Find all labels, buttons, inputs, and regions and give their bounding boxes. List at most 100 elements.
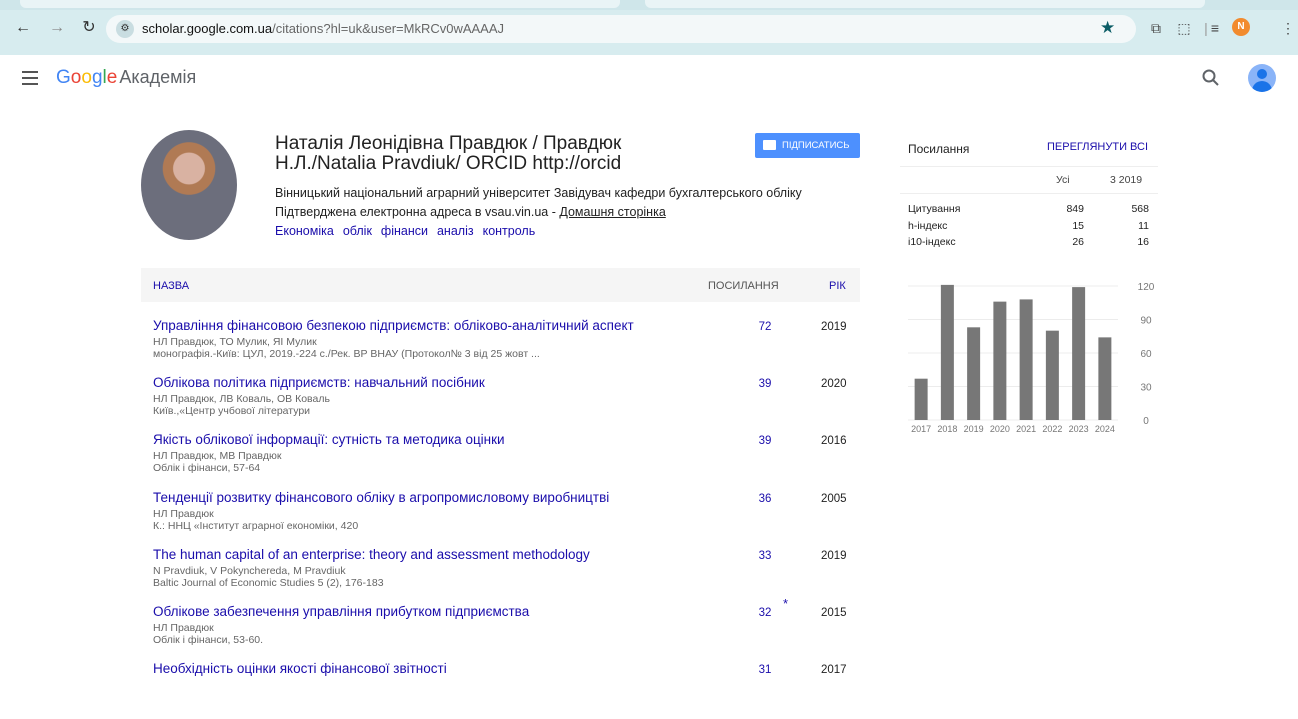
publication-source: Облік і фінанси, 53-60. — [153, 634, 264, 646]
site-info-icon[interactable]: ⚙ — [116, 20, 134, 38]
publication-title[interactable]: Облікове забезпечення управління прибутк… — [153, 604, 529, 619]
table-row: Облікова політика підприємств: навчальни… — [141, 375, 860, 433]
google-scholar-logo[interactable]: Google Академія — [56, 67, 196, 89]
publication-year: 2005 — [821, 493, 847, 505]
browser-menu-icon[interactable]: ⋮ — [1278, 18, 1298, 38]
sort-by-year[interactable]: РІК — [829, 280, 846, 292]
publication-source: Київ.,«Центр учбової літератури — [153, 405, 311, 417]
puzzle-icon[interactable]: ⬚ — [1174, 18, 1194, 38]
publication-authors: НЛ Правдюк, МВ Правдюк — [153, 450, 282, 462]
menu-icon[interactable] — [22, 71, 38, 85]
publication-year: 2019 — [821, 550, 847, 562]
stat-row: Цитування 849 568 — [900, 203, 1158, 217]
publication-title[interactable]: Якість облікової інформації: сутність та… — [153, 432, 505, 447]
citation-bar[interactable] — [1098, 337, 1112, 420]
publication-title[interactable]: The human capital of an enterprise: theo… — [153, 547, 590, 562]
citation-bar[interactable] — [993, 301, 1007, 420]
logo-letter: e — [106, 67, 118, 88]
publications-table-header: НАЗВА ПОСИЛАННЯ РІК — [141, 268, 860, 302]
interest-link[interactable]: контроль — [483, 224, 536, 238]
x-tick-label: 2021 — [1016, 424, 1036, 434]
search-icon[interactable] — [1199, 66, 1223, 90]
interest-link[interactable]: облік — [343, 224, 372, 238]
publication-title[interactable]: Тенденції розвитку фінансового обліку в … — [153, 490, 609, 505]
publication-year: 2016 — [821, 435, 847, 447]
citation-bar[interactable] — [967, 327, 981, 420]
browser-profile-avatar[interactable]: N — [1232, 18, 1250, 36]
logo-letter: o — [81, 67, 92, 88]
table-row: Тенденції розвитку фінансового обліку в … — [141, 490, 860, 548]
address-bar[interactable]: ⚙ scholar.google.com.ua/citations?hl=uk&… — [106, 15, 1136, 43]
cited-by-column[interactable]: ПОСИЛАННЯ — [708, 280, 779, 292]
view-all-link[interactable]: ПЕРЕГЛЯНУТИ ВСІ — [1047, 141, 1148, 153]
account-avatar[interactable] — [1248, 64, 1276, 92]
logo-letter: g — [91, 67, 103, 88]
url-text[interactable]: scholar.google.com.ua/citations?hl=uk&us… — [142, 21, 504, 36]
extension-icon[interactable]: ⧉ — [1146, 18, 1166, 38]
y-tick-label: 60 — [1140, 349, 1152, 360]
back-icon[interactable]: ← — [12, 17, 34, 39]
url-host: scholar.google.com.ua — [142, 21, 273, 36]
stat-label[interactable]: h-індекс — [908, 220, 947, 232]
stat-all: 849 — [1066, 203, 1084, 215]
publication-year: 2019 — [821, 321, 847, 333]
sort-by-title[interactable]: НАЗВА — [153, 280, 189, 292]
publication-authors: НЛ Правдюк — [153, 508, 214, 520]
publication-year: 2015 — [821, 607, 847, 619]
follow-button[interactable]: ПІДПИСАТИСЬ — [755, 133, 860, 158]
browser-tab[interactable] — [20, 0, 620, 8]
publication-title[interactable]: Управління фінансовою безпекою підприємс… — [153, 318, 634, 333]
citation-bar[interactable] — [914, 378, 928, 420]
citation-count[interactable]: 39 — [753, 435, 777, 447]
interest-link[interactable]: Економіка — [275, 224, 334, 238]
publication-source: Baltic Journal of Economic Studies 5 (2)… — [153, 577, 384, 589]
citation-bar[interactable] — [1045, 330, 1059, 420]
citation-count[interactable]: 31 — [753, 664, 777, 676]
interests-list: Економіка облік фінанси аналіз контроль — [275, 224, 544, 238]
url-path: /citations?hl=uk&user=MkRCv0wAAAAJ — [272, 21, 505, 36]
citations-bar-chart: 0 30 60 90 120 2017 2018 2019 2020 2021 2022 2023 20… — [908, 282, 1155, 434]
citation-count[interactable]: 32 — [753, 607, 777, 619]
table-row: Якість облікової інформації: сутність та… — [141, 432, 860, 490]
interest-link[interactable]: аналіз — [437, 224, 474, 238]
divider — [900, 193, 1158, 194]
publication-title[interactable]: Облікова політика підприємств: навчальни… — [153, 375, 485, 390]
merged-star: * — [783, 596, 789, 611]
stat-all: 26 — [1072, 236, 1084, 248]
publication-authors: НЛ Правдюк — [153, 622, 214, 634]
publication-year: 2020 — [821, 378, 847, 390]
reading-list-icon[interactable]: ≡ — [1205, 18, 1225, 38]
stat-row: h-індекс 15 11 — [900, 220, 1158, 234]
citation-bar[interactable] — [1019, 299, 1033, 420]
table-row: The human capital of an enterprise: theo… — [141, 547, 860, 605]
stat-label[interactable]: i10-індекс — [908, 236, 956, 248]
publication-title[interactable]: Необхідність оцінки якості фінансової зв… — [153, 661, 447, 676]
table-row: Управління фінансовою безпекою підприємс… — [141, 318, 860, 376]
stat-label[interactable]: Цитування — [908, 203, 960, 215]
citation-count[interactable]: 39 — [753, 378, 777, 390]
profile-photo — [141, 130, 237, 240]
x-tick-label: 2020 — [990, 424, 1010, 434]
stat-since: 568 — [1131, 203, 1149, 215]
citation-count[interactable]: 33 — [753, 550, 777, 562]
col-all-header: Усі — [1056, 174, 1070, 186]
x-tick-label: 2017 — [911, 424, 931, 434]
citation-count[interactable]: 72 — [753, 321, 777, 333]
stat-since: 11 — [1138, 220, 1149, 232]
envelope-icon — [763, 140, 776, 150]
citation-bar[interactable] — [940, 284, 954, 420]
interest-link[interactable]: фінанси — [381, 224, 428, 238]
publication-source: К.: ННЦ «Інститут аграрної економіки, 42… — [153, 520, 359, 532]
homepage-link[interactable]: Домашня сторінка — [559, 205, 665, 219]
citation-count[interactable]: 36 — [753, 493, 777, 505]
stat-all: 15 — [1072, 220, 1084, 232]
forward-icon[interactable]: → — [46, 17, 68, 39]
x-tick-label: 2018 — [937, 424, 957, 434]
y-tick-label: 120 — [1138, 282, 1155, 293]
citation-bar[interactable] — [1072, 287, 1086, 420]
profile-verified-email: Підтверджена електронна адреса в vsau.vi… — [275, 205, 666, 219]
browser-tab[interactable] — [645, 0, 1205, 8]
reload-icon[interactable]: ↻ — [78, 17, 100, 39]
bookmark-star-icon[interactable]: ★ — [1100, 18, 1115, 38]
logo-letter: G — [56, 67, 71, 88]
